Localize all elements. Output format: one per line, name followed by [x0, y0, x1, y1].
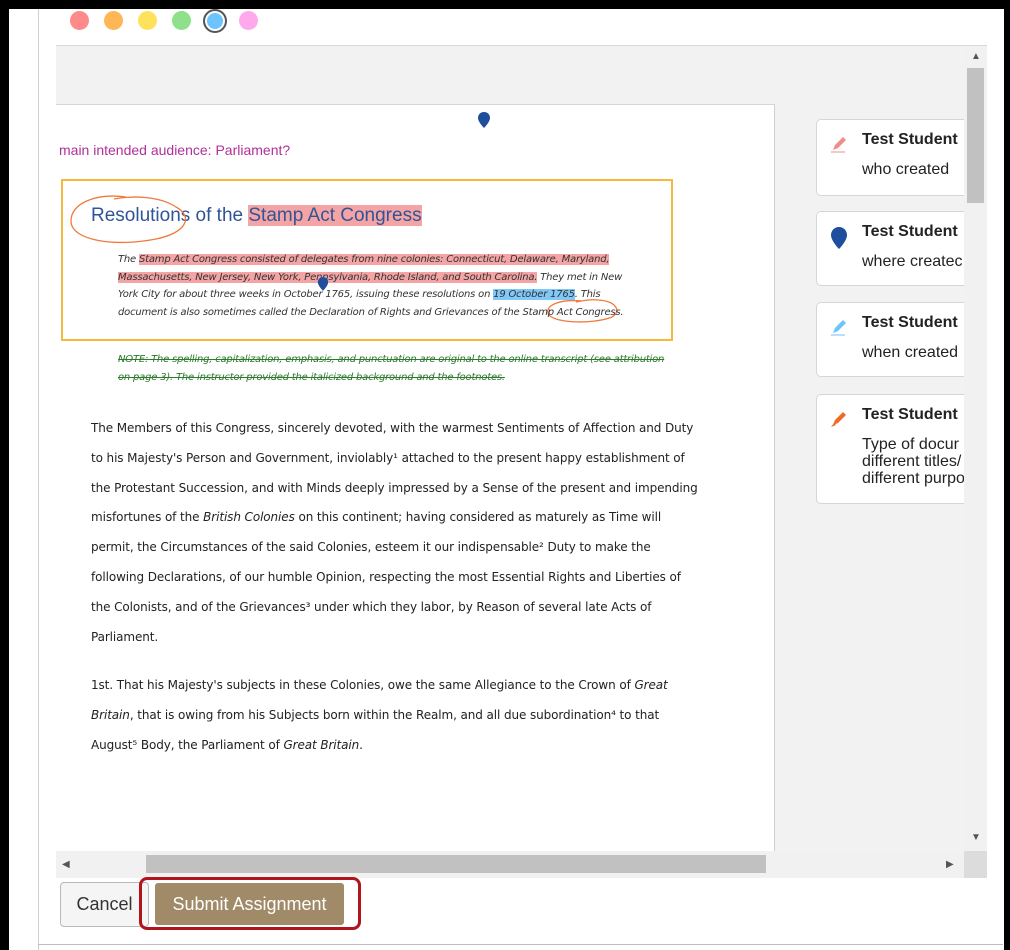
map-pin-icon[interactable]: [317, 276, 329, 292]
horizontal-scrollbar[interactable]: ◀ ▶: [56, 851, 964, 878]
window-frame-right: [1003, 0, 1010, 950]
annotation-author: Test Student: [862, 314, 958, 331]
scroll-up-arrow-icon[interactable]: ▲: [971, 51, 981, 62]
color-swatch-orange[interactable]: [104, 11, 123, 30]
title-highlight[interactable]: Stamp Act Congress: [248, 205, 422, 226]
highlight-delegates[interactable]: Stamp Act Congress consisted of delegate…: [118, 254, 610, 283]
window-frame-top: [0, 0, 1010, 9]
scroll-left-arrow-icon[interactable]: ◀: [62, 859, 70, 870]
para2-text-c: .: [359, 737, 363, 752]
para1-italic: British Colonies: [203, 510, 295, 525]
para2-italic-2: Great Britain: [283, 737, 360, 752]
color-swatch-blue[interactable]: [203, 9, 227, 33]
annotation-text: who created: [862, 161, 950, 178]
circle-annotation-resolutions[interactable]: [66, 191, 196, 251]
document-body: The Members of this Congress, sincerely …: [91, 414, 701, 780]
color-swatch-yellow[interactable]: [138, 11, 157, 30]
paragraph-first-resolution: 1st. That his Majesty's subjects in thes…: [91, 671, 701, 760]
bottom-divider: [38, 944, 1003, 945]
para2-text-a: 1st. That his Majesty's subjects in thes…: [91, 678, 635, 693]
vertical-scrollbar[interactable]: ▲ ▼: [964, 46, 987, 864]
annotation-text: Type of docur different titles/ differen…: [862, 436, 965, 487]
vertical-scroll-thumb[interactable]: [967, 68, 984, 203]
annotation-author: Test Student: [862, 131, 958, 148]
color-swatch-green[interactable]: [172, 11, 191, 30]
intro-prefix: The: [118, 254, 139, 265]
annotation-comment[interactable]: main intended audience: Parliament?: [59, 142, 290, 158]
background-intro: The Stamp Act Congress consisted of dele…: [118, 251, 638, 321]
scrollbar-corner: [964, 851, 987, 878]
scroll-down-arrow-icon[interactable]: ▼: [971, 832, 981, 843]
highlight-date[interactable]: 19 October 1765: [493, 289, 575, 300]
annotation-author: Test Student: [862, 406, 958, 423]
annotation-card[interactable]: Test Student when created: [816, 302, 978, 377]
pencil-icon: [831, 412, 846, 427]
scroll-right-arrow-icon[interactable]: ▶: [946, 859, 954, 870]
map-pin-icon: [831, 227, 847, 249]
color-swatch-pink[interactable]: [239, 11, 258, 30]
map-pin-icon[interactable]: [477, 111, 491, 129]
cancel-button[interactable]: Cancel: [60, 882, 149, 927]
color-swatch-red[interactable]: [70, 11, 89, 30]
pencil-icon: [831, 320, 846, 336]
window-frame-left: [0, 0, 9, 950]
horizontal-scroll-thumb[interactable]: [146, 855, 766, 873]
submit-assignment-button[interactable]: Submit Assignment: [155, 883, 344, 925]
annotation-card[interactable]: Test Student where createc: [816, 211, 978, 286]
para1-text-a: The Members of this Congress, sincerely …: [91, 421, 698, 525]
para1-text-b: on this continent; having considered as …: [91, 510, 681, 644]
paragraph-preamble: The Members of this Congress, sincerely …: [91, 414, 701, 652]
transcript-note[interactable]: NOTE: The spelling, capitalization, emph…: [118, 351, 666, 386]
annotation-card[interactable]: Test Student Type of docur different tit…: [816, 394, 978, 504]
annotation-card[interactable]: Test Student who created: [816, 119, 978, 196]
document-page[interactable]: main intended audience: Parliament? Reso…: [56, 104, 775, 865]
pencil-icon: [831, 137, 846, 153]
annotation-text: when created: [862, 344, 959, 361]
annotation-author: Test Student: [862, 223, 958, 240]
document-viewer[interactable]: main intended audience: Parliament? Reso…: [56, 45, 987, 878]
annotation-text: where createc: [862, 253, 963, 270]
para2-text-b: , that is owing from his Subjects born w…: [91, 708, 660, 752]
